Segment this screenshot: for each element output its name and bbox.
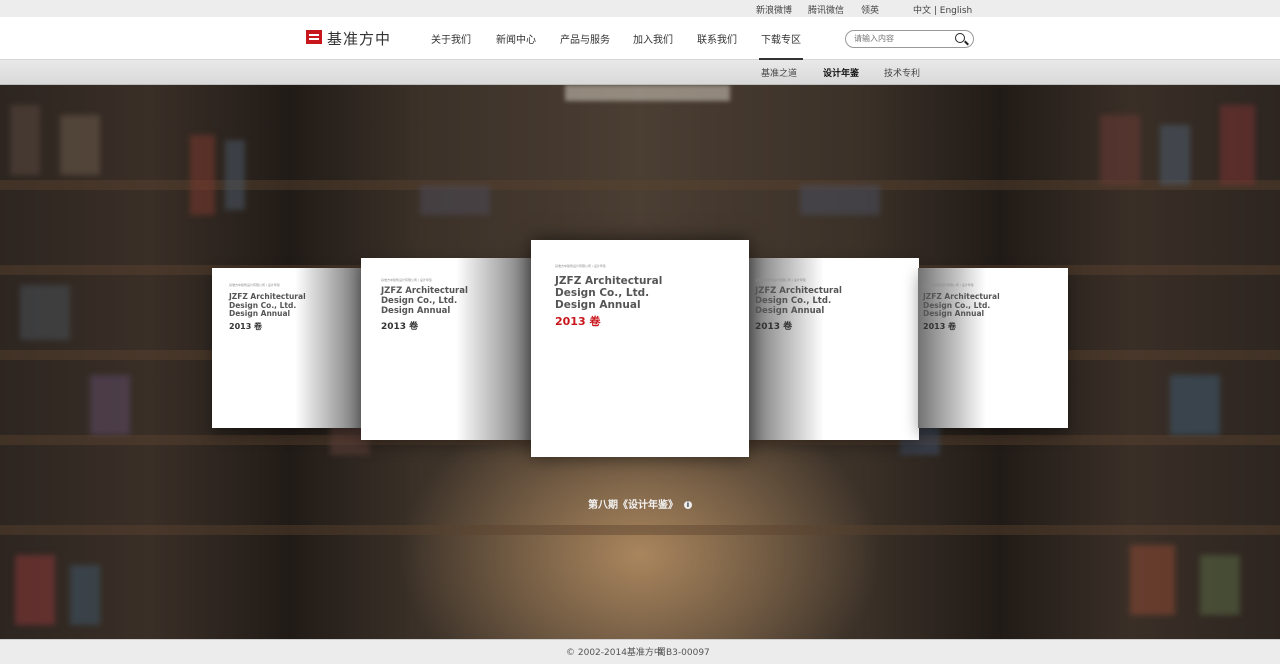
subnav-patents[interactable]: 技术专利 [884,66,920,79]
sub-navigation: 基准之道 设计年鉴 技术专利 [0,60,1280,85]
icp-number: 蜀B3-00097 [657,648,710,658]
annual-card[interactable]: 基准方中建筑设计有限公司 / 设计年鉴 JZFZ Architectural D… [361,258,533,440]
annual-carousel: 基准方中建筑设计有限公司 / 设计年鉴 JZFZ Architectural D… [0,85,1280,639]
language-switch[interactable]: 中文 | English [913,3,972,16]
carousel-caption: 第八期《设计年鉴》 i [0,496,1280,511]
annual-card[interactable]: 基准方中建筑设计有限公司 / 设计年鉴 JZFZ Architectural D… [212,268,362,428]
info-icon[interactable]: i [684,501,692,509]
search-icon[interactable] [955,33,965,43]
linkedin-link[interactable]: 领英 [861,3,879,16]
copyright-text: © 2002-2014基准方中 [566,648,663,658]
logo-icon[interactable] [306,30,322,44]
nav-join[interactable]: 加入我们 [633,31,673,46]
subnav-jizhun-way[interactable]: 基准之道 [761,66,797,79]
nav-products[interactable]: 产品与服务 [560,31,610,46]
weibo-link[interactable]: 新浪微博 [756,3,792,16]
card-year: 2013 卷 [555,315,601,328]
annual-card[interactable]: 基准方中建筑设计有限公司 / 设计年鉴 JZFZ Architectural D… [918,268,1068,428]
carousel-stage: 基准方中建筑设计有限公司 / 设计年鉴 JZFZ Architectural D… [0,85,1280,639]
main-header: 基准方中 关于我们 新闻中心 产品与服务 加入我们 联系我们 下载专区 [0,17,1280,60]
nav-download[interactable]: 下载专区 [759,31,803,60]
nav-about[interactable]: 关于我们 [431,31,471,46]
annual-card-active[interactable]: 基准方中建筑设计有限公司 / 设计年鉴 JZFZ Architectural D… [531,240,749,457]
card-year: 2013 卷 [923,322,957,331]
search-box [845,30,974,48]
site-footer: © 2002-2014基准方中 蜀B3-00097 [0,639,1280,664]
search-input[interactable] [854,32,949,45]
card-title: JZFZ Architectural Design Co., Ltd. Desi… [755,286,842,316]
caption-text[interactable]: 第八期《设计年鉴》 [588,500,678,511]
card-title: JZFZ Architectural Design Co., Ltd. Desi… [923,292,1000,319]
card-year: 2013 卷 [755,322,793,332]
card-year: 2013 卷 [229,322,263,331]
annual-card[interactable]: 基准方中建筑设计有限公司 / 设计年鉴 JZFZ Architectural D… [747,258,919,440]
card-year: 2013 卷 [381,322,419,332]
wechat-link[interactable]: 腾讯微信 [808,3,844,16]
logo-text[interactable]: 基准方中 [327,28,391,49]
top-utility-bar: 新浪微博 腾讯微信 领英 中文 | English [0,0,1280,17]
card-title: JZFZ Architectural Design Co., Ltd. Desi… [229,292,306,319]
card-title: JZFZ Architectural Design Co., Ltd. Desi… [381,286,468,316]
subnav-design-annual[interactable]: 设计年鉴 [823,66,859,79]
card-title: JZFZ Architectural Design Co., Ltd. Desi… [555,275,663,312]
nav-contact[interactable]: 联系我们 [697,31,737,46]
nav-news[interactable]: 新闻中心 [496,31,536,46]
